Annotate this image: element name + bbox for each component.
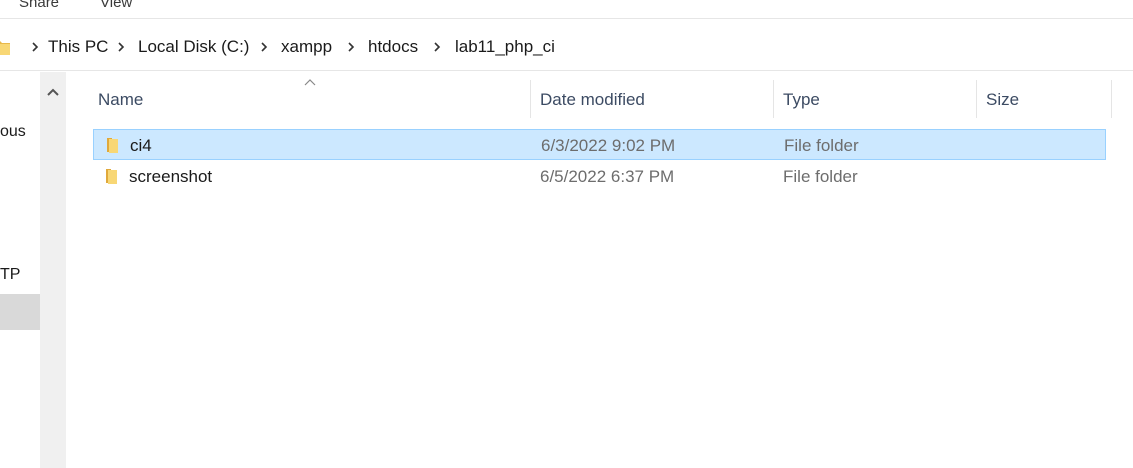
ribbon-divider	[0, 18, 1133, 19]
breadcrumb-xampp[interactable]: xampp	[281, 37, 332, 57]
file-name[interactable]: screenshot	[129, 167, 212, 187]
nav-item-partial[interactable]: ous	[0, 123, 26, 141]
column-divider[interactable]	[530, 80, 531, 118]
breadcrumb-separator-icon[interactable]	[29, 40, 41, 54]
column-header-type[interactable]: Type	[783, 90, 820, 110]
nav-scrollbar[interactable]	[40, 72, 66, 468]
file-row-ci4[interactable]: ci4 6/3/2022 9:02 PM File folder	[93, 129, 1106, 160]
folder-icon	[106, 169, 117, 184]
folder-icon	[0, 41, 10, 55]
column-divider[interactable]	[773, 80, 774, 118]
file-type: File folder	[784, 136, 859, 155]
column-divider[interactable]	[976, 80, 977, 118]
file-row-screenshot[interactable]: screenshot 6/5/2022 6:37 PM File folder	[93, 161, 1106, 192]
breadcrumb-lab11-php-ci[interactable]: lab11_php_ci	[455, 37, 555, 57]
breadcrumb-separator-icon[interactable]	[431, 40, 443, 54]
breadcrumb-this-pc[interactable]: This PC	[48, 37, 108, 57]
ribbon-tab-share[interactable]: Share	[19, 0, 59, 11]
column-header-name[interactable]: Name	[98, 90, 143, 110]
ribbon-tab-view[interactable]: View	[100, 0, 132, 11]
breadcrumb-separator-icon[interactable]	[345, 40, 357, 54]
file-type: File folder	[783, 167, 858, 186]
column-header-size[interactable]: Size	[986, 90, 1019, 110]
nav-item-selected[interactable]	[0, 294, 40, 330]
file-date-modified: 6/3/2022 9:02 PM	[541, 136, 676, 155]
nav-item-partial[interactable]: TP	[0, 266, 20, 284]
ribbon-tab-bar: Share View	[0, 0, 1133, 18]
column-divider[interactable]	[1111, 80, 1112, 118]
breadcrumb-separator-icon[interactable]	[115, 40, 127, 54]
breadcrumb-separator-icon[interactable]	[258, 40, 270, 54]
column-header-date-modified[interactable]: Date modified	[540, 90, 645, 110]
file-name[interactable]: ci4	[130, 136, 152, 156]
file-date-modified: 6/5/2022 6:37 PM	[540, 167, 675, 186]
breadcrumb-local-disk[interactable]: Local Disk (C:)	[138, 37, 249, 57]
scroll-up-arrow-icon[interactable]	[44, 84, 62, 100]
breadcrumb-htdocs[interactable]: htdocs	[368, 37, 418, 57]
column-header-row: Name Date modified Type Size	[66, 72, 1133, 124]
folder-icon	[107, 138, 118, 153]
